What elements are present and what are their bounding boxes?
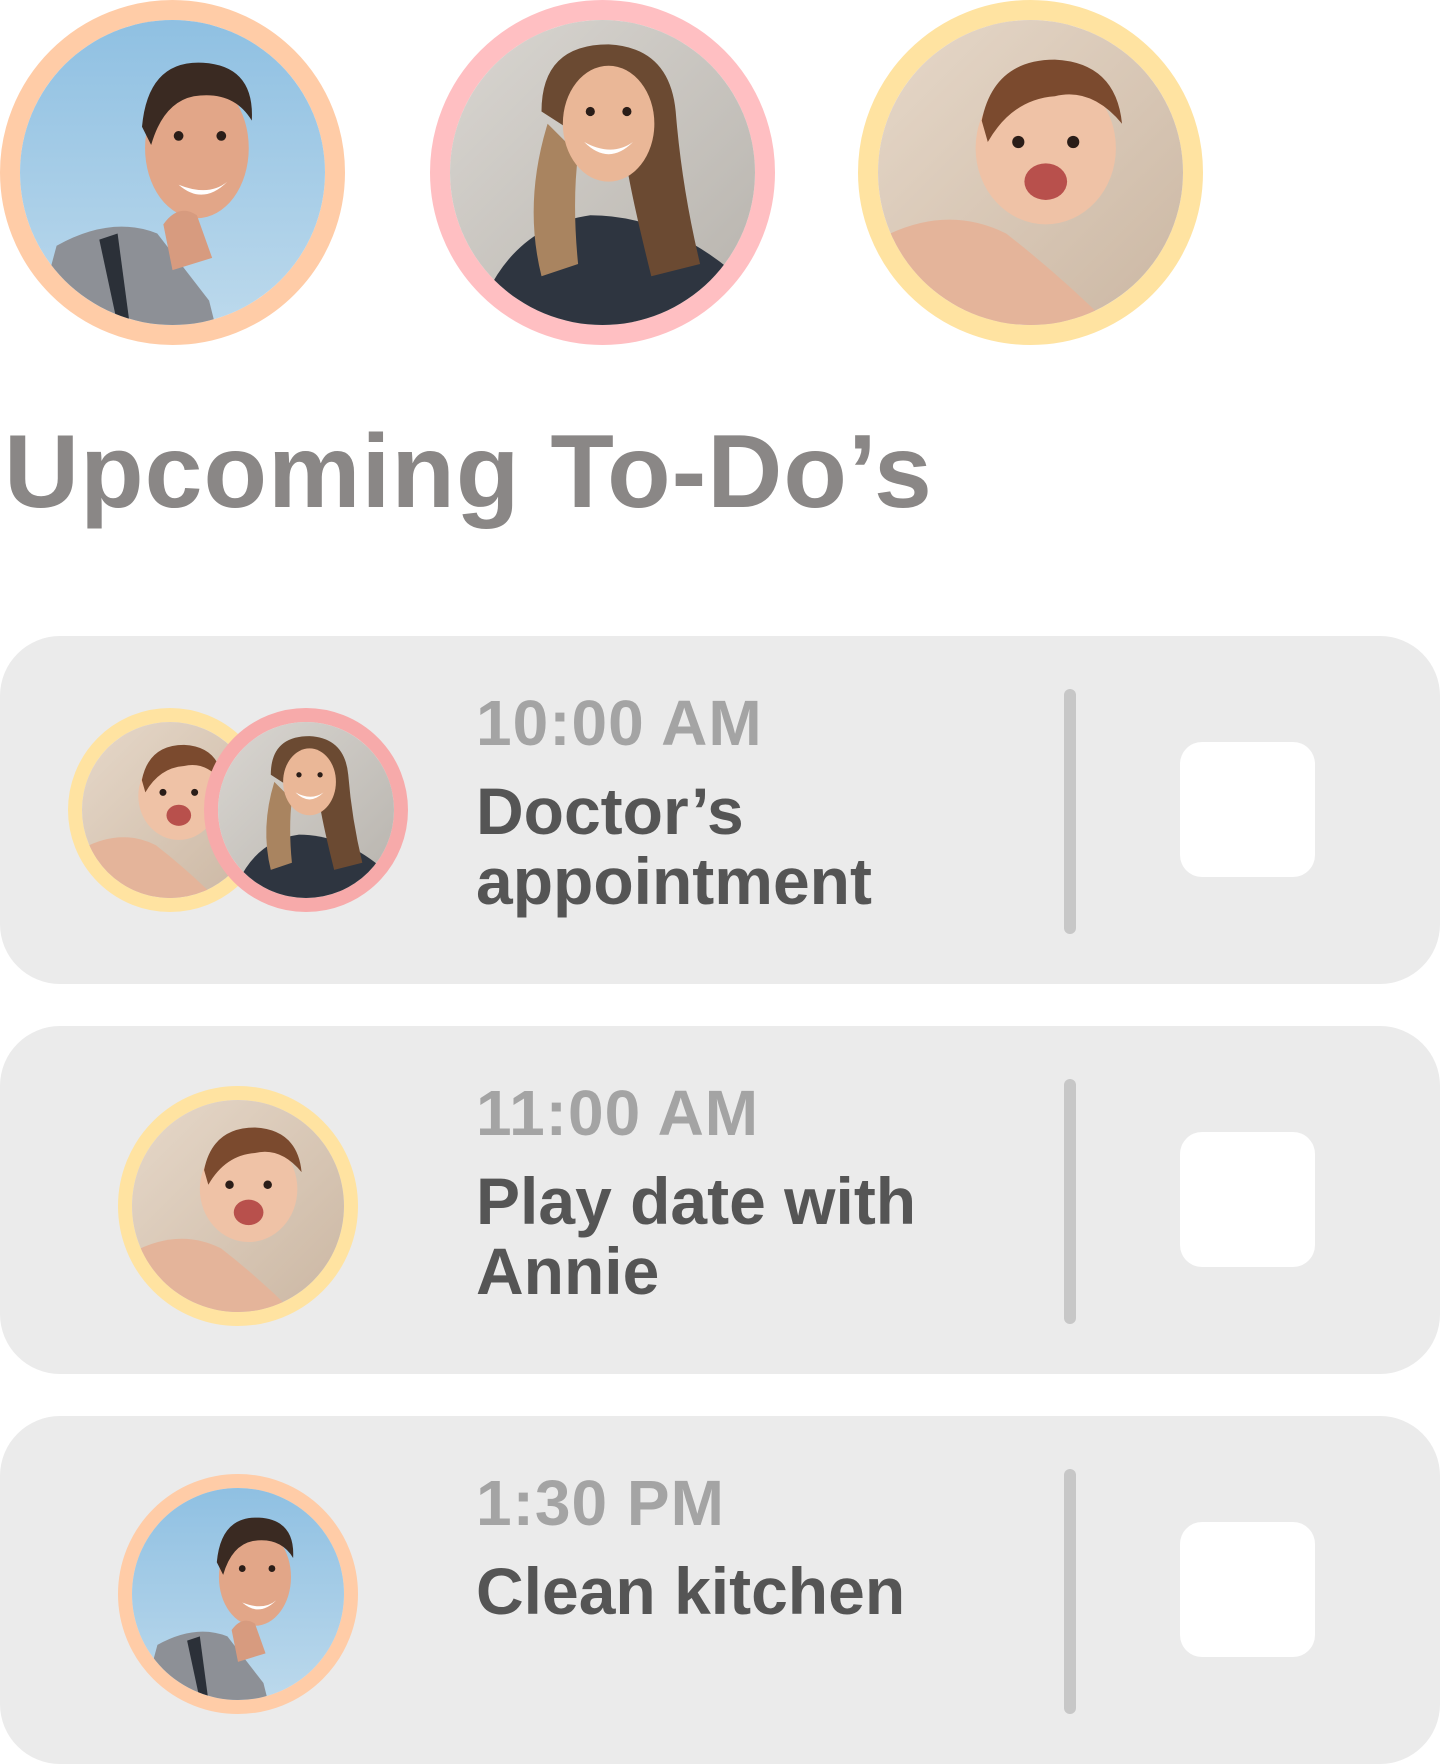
assignee-woman-avatar (204, 708, 408, 912)
family-member-woman-avatar[interactable] (430, 0, 775, 345)
man-avatar-photo (132, 1488, 344, 1700)
assignee-baby-avatar (118, 1086, 358, 1326)
todo-title: Doctor’s appointment (476, 774, 872, 918)
assignee-man-avatar (118, 1474, 358, 1714)
woman-avatar-photo (450, 20, 755, 325)
woman-avatar-photo (218, 722, 394, 898)
page-title: Upcoming To-Do’s (4, 414, 933, 530)
baby-avatar-photo (132, 1100, 344, 1312)
todo-time: 11:00 AM (476, 1077, 760, 1149)
family-members-row (0, 0, 1440, 345)
todo-checkbox[interactable] (1180, 1132, 1315, 1267)
man-avatar-photo (20, 20, 325, 325)
todo-checkbox[interactable] (1180, 1522, 1315, 1657)
family-member-baby-avatar[interactable] (858, 0, 1203, 345)
divider (1064, 1079, 1076, 1324)
baby-avatar-photo (878, 20, 1183, 325)
todo-title: Clean kitchen (476, 1554, 906, 1628)
family-member-man-avatar[interactable] (0, 0, 345, 345)
divider (1064, 1469, 1076, 1714)
todo-card[interactable]: 11:00 AM Play date with Annie (0, 1026, 1440, 1374)
todo-checkbox[interactable] (1180, 742, 1315, 877)
todo-card[interactable]: 10:00 AM Doctor’s appointment (0, 636, 1440, 984)
todo-time: 1:30 PM (476, 1467, 725, 1539)
todo-title: Play date with Annie (476, 1164, 917, 1308)
todo-card[interactable]: 1:30 PM Clean kitchen (0, 1416, 1440, 1764)
todo-time: 10:00 AM (476, 687, 763, 759)
divider (1064, 689, 1076, 934)
